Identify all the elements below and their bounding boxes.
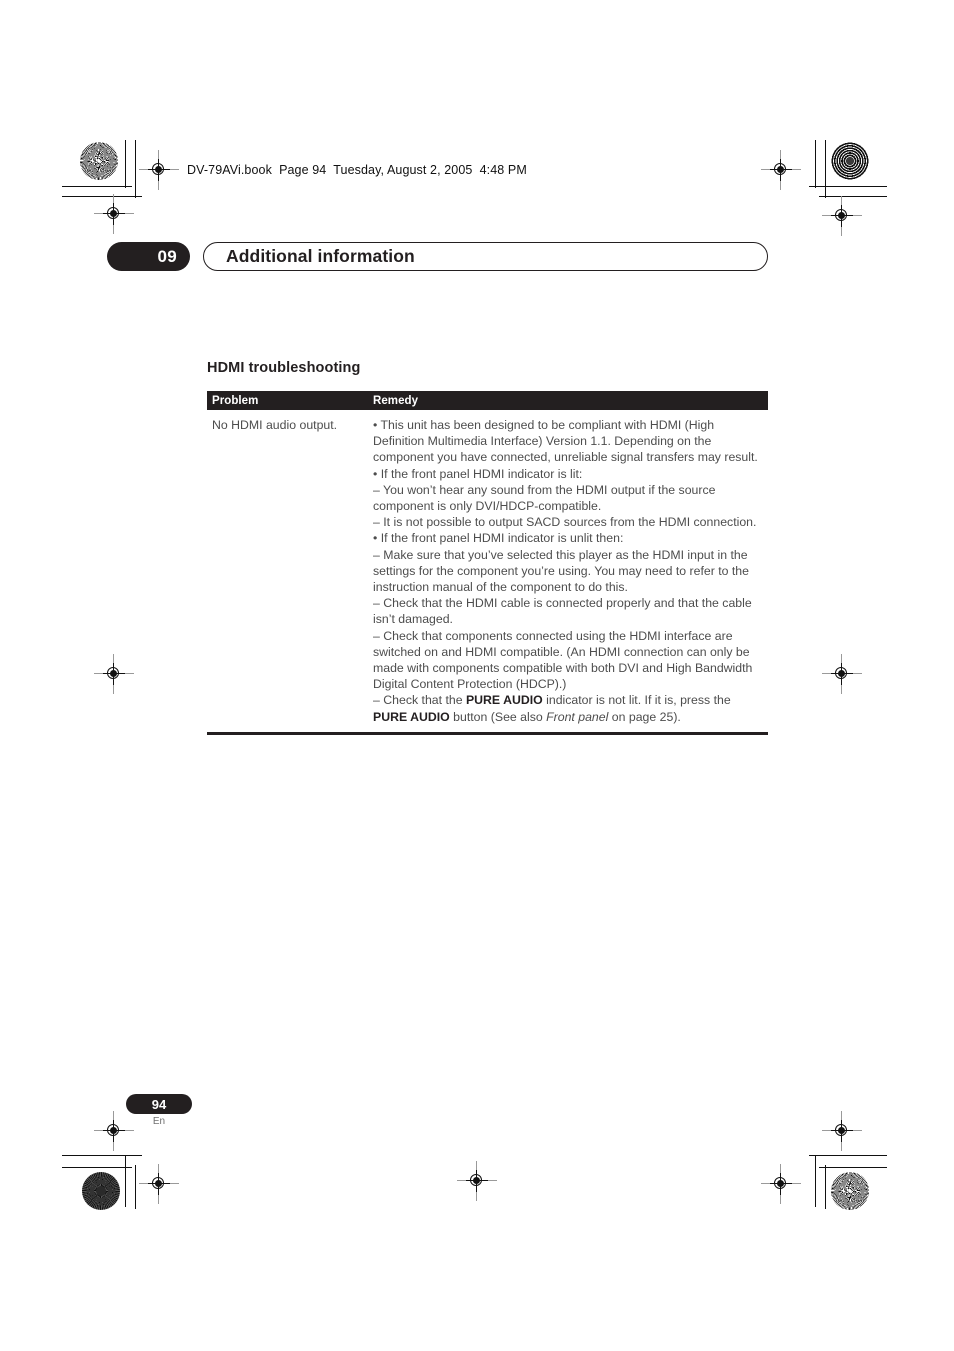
remedy-paragraph: – Check that components connected using … xyxy=(373,628,753,692)
chapter-header: 09 Additional information xyxy=(107,242,768,271)
registration-target-icon xyxy=(94,1111,134,1151)
emphasis-bold: PURE AUDIO xyxy=(373,709,450,724)
section-heading: HDMI troubleshooting xyxy=(207,360,361,376)
crop-mark-icon xyxy=(819,1167,887,1169)
crop-mark-icon xyxy=(825,1165,827,1209)
remedy-text: – Check that the xyxy=(373,693,466,708)
troubleshooting-table: Problem Remedy No HDMI audio output. • T… xyxy=(207,391,768,735)
density-patch-icon xyxy=(80,142,118,180)
emphasis-bold: PURE AUDIO xyxy=(465,693,543,708)
remedy-paragraph: – Check that the HDMI cable is connected… xyxy=(373,596,752,627)
registration-target-icon xyxy=(822,654,862,694)
column-header-problem: Problem xyxy=(212,394,259,407)
crop-mark-icon xyxy=(62,186,132,188)
remedy-text: indicator is not lit. If it is, press th… xyxy=(542,693,731,708)
registration-target-icon xyxy=(139,150,179,190)
remedy-text: on page 25). xyxy=(608,709,681,724)
cell-remedy: • This unit has been designed to be comp… xyxy=(373,417,768,725)
page-number-badge: 94 xyxy=(126,1094,192,1114)
page-title: Additional information xyxy=(226,246,415,266)
crop-mark-icon xyxy=(809,186,887,188)
cell-problem: No HDMI audio output. xyxy=(212,418,338,432)
registration-target-icon xyxy=(822,196,862,236)
crop-mark-icon xyxy=(819,196,887,198)
chapter-number-badge: 09 xyxy=(107,242,190,271)
registration-target-icon xyxy=(761,1164,801,1204)
crop-mark-icon xyxy=(809,1155,887,1157)
remedy-text: button (See also xyxy=(449,709,547,724)
table-header-row: Problem Remedy xyxy=(207,391,768,410)
remedy-paragraph: – It is not possible to output SACD sour… xyxy=(373,515,757,530)
column-header-remedy: Remedy xyxy=(373,394,419,407)
registration-target-icon xyxy=(822,1111,862,1151)
crop-mark-icon xyxy=(135,1165,137,1209)
chapter-title-bar: Additional information xyxy=(203,242,768,271)
file-info-line: DV-79AVi.book Page 94 Tuesday, August 2,… xyxy=(187,163,527,177)
registration-target-icon xyxy=(139,1164,179,1204)
crop-mark-icon xyxy=(62,1155,142,1157)
page-number-label: 94 xyxy=(151,1096,167,1112)
remedy-paragraph: • This unit has been designed to be comp… xyxy=(373,418,758,465)
table-row: No HDMI audio output. • This unit has be… xyxy=(207,410,768,735)
registration-target-icon xyxy=(94,194,134,234)
crop-mark-icon xyxy=(62,1167,132,1169)
density-patch-icon xyxy=(82,1172,120,1210)
crop-mark-icon xyxy=(135,140,137,198)
remedy-paragraph: • If the front panel HDMI indicator is u… xyxy=(373,531,624,546)
language-code-label: En xyxy=(152,1116,166,1127)
density-patch-icon xyxy=(831,142,869,180)
registration-target-icon xyxy=(94,654,134,694)
remedy-paragraph: – Make sure that you’ve selected this pl… xyxy=(373,547,749,595)
remedy-paragraph: • If the front panel HDMI indicator is l… xyxy=(373,466,583,481)
registration-target-icon xyxy=(761,150,801,190)
remedy-paragraph: – Check that the PURE AUDIO indicator is… xyxy=(373,692,768,724)
page-footer: 94 En xyxy=(126,1094,192,1127)
density-patch-icon xyxy=(831,1172,869,1210)
crop-mark-icon xyxy=(815,1155,817,1207)
crop-mark-icon xyxy=(825,140,827,198)
registration-target-icon xyxy=(457,1161,497,1201)
crop-mark-icon xyxy=(62,196,142,198)
crop-mark-icon xyxy=(815,140,817,188)
crop-mark-icon xyxy=(125,1155,127,1207)
emphasis-italic: Front panel xyxy=(546,709,609,724)
chapter-number-label: 09 xyxy=(157,246,177,266)
remedy-paragraph: – You won’t hear any sound from the HDMI… xyxy=(373,482,716,514)
crop-mark-icon xyxy=(125,140,127,188)
